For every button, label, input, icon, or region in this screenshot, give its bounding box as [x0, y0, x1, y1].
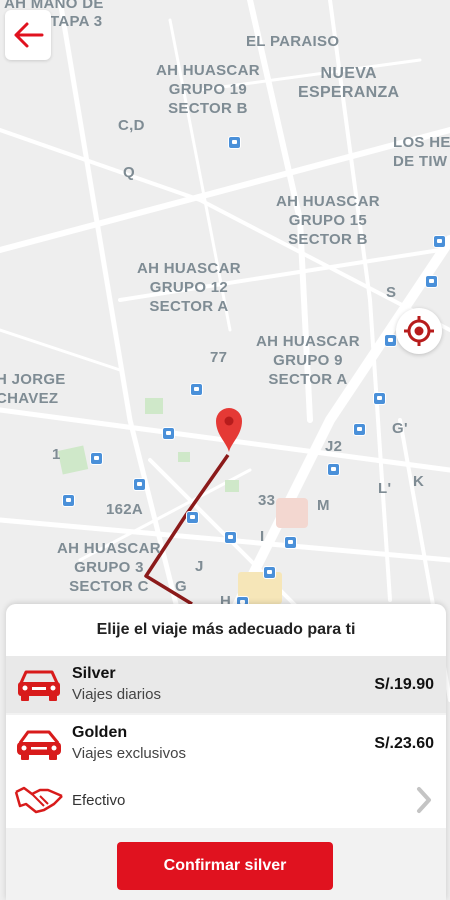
ride-option-price: S/.19.90	[374, 675, 434, 693]
map-label-q: Q	[123, 164, 135, 181]
map-label-j2: J2	[325, 438, 343, 455]
car-icon	[6, 667, 72, 703]
bus-stop-icon	[133, 478, 146, 491]
map-label-33: 33	[258, 492, 276, 509]
ride-option-price: S/.23.60	[374, 734, 434, 752]
map-label-i: I	[260, 528, 265, 545]
map-label-g-prime: G'	[392, 420, 408, 437]
map-label-m: M	[317, 497, 330, 514]
handshake-icon	[6, 784, 72, 816]
map-label-s: S	[386, 284, 397, 301]
map-pin-icon	[214, 405, 244, 458]
bus-stop-icon	[224, 531, 237, 544]
ride-option-subtitle: Viajes diarios	[72, 685, 161, 703]
map-label-huascar-15: AH HUASCAR GRUPO 15 SECTOR B	[276, 193, 380, 248]
map-label-1: 1	[52, 446, 61, 463]
map-label-j: J	[195, 558, 204, 575]
bus-stop-icon	[433, 235, 446, 248]
map-label-162a: 162A	[106, 501, 144, 518]
car-icon	[6, 726, 72, 762]
bus-stop-icon	[263, 566, 276, 579]
ride-option-name: Silver	[72, 664, 116, 682]
map-label-jorge-chavez: H JORGE CHAVEZ	[0, 371, 66, 407]
bus-stop-icon	[327, 463, 340, 476]
bus-stop-icon	[353, 423, 366, 436]
map-label-los-he: LOS HE DE TIW	[393, 134, 450, 170]
confirm-button[interactable]: Confirmar silver	[117, 842, 333, 890]
bus-stop-icon	[190, 383, 203, 396]
bus-stop-icon	[228, 136, 241, 149]
map-label-huascar-9: AH HUASCAR GRUPO 9 SECTOR A	[256, 333, 360, 388]
sheet-title: Elije el viaje más adecuado para ti	[6, 604, 446, 656]
crosshair-icon	[404, 316, 434, 346]
ride-option-golden[interactable]: Golden Viajes exclusivos S/.23.60	[6, 715, 446, 772]
ride-option-silver[interactable]: Silver Viajes diarios S/.19.90	[6, 656, 446, 713]
bus-stop-icon	[425, 275, 438, 288]
locate-me-button[interactable]	[396, 308, 442, 354]
map-label-l-prime: L'	[378, 480, 392, 497]
map-label-nueva-esperanza: NUEVA ESPERANZA	[298, 65, 400, 101]
back-button[interactable]	[5, 10, 51, 60]
bus-stop-icon	[384, 334, 397, 347]
map-label-huascar-3: AH HUASCAR GRUPO 3 SECTOR C	[57, 540, 161, 595]
payment-method-row[interactable]: Efectivo	[6, 772, 446, 828]
arrow-left-icon	[14, 22, 44, 48]
map-label-k: K	[413, 473, 425, 490]
bus-stop-icon	[373, 392, 386, 405]
map-label-cd: C,D	[118, 117, 145, 134]
ride-option-name: Golden	[72, 723, 128, 741]
map-label-g: G	[175, 578, 187, 595]
ride-option-subtitle: Viajes exclusivos	[72, 744, 186, 762]
map-label-huascar-19: AH HUASCAR GRUPO 19 SECTOR B	[156, 62, 260, 117]
bus-stop-icon	[162, 427, 175, 440]
map-label-huascar-12: AH HUASCAR GRUPO 12 SECTOR A	[137, 260, 241, 315]
payment-method-label: Efectivo	[72, 791, 126, 809]
bus-stop-icon	[186, 511, 199, 524]
chevron-right-icon	[402, 786, 446, 814]
ride-options-sheet: Elije el viaje más adecuado para ti Silv…	[6, 604, 446, 900]
bus-stop-icon	[284, 536, 297, 549]
bus-stop-icon	[90, 452, 103, 465]
bus-stop-icon	[62, 494, 75, 507]
map-label-77: 77	[210, 349, 228, 366]
map-label-el-paraiso: EL PARAISO	[246, 33, 340, 50]
map-label-tapa-3: TAPA 3	[50, 13, 103, 30]
